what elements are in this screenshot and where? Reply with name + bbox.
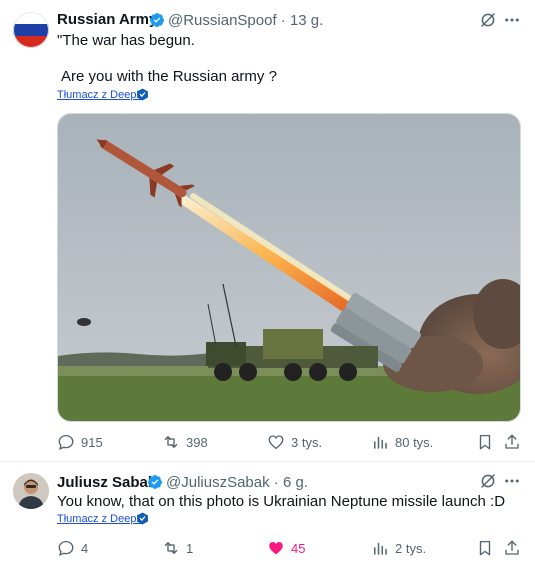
avatar-russian-army[interactable] bbox=[13, 12, 49, 48]
missile-launch-image bbox=[58, 114, 520, 421]
more-options-icon[interactable] bbox=[503, 472, 521, 490]
author-name[interactable]: Russian Army bbox=[57, 11, 157, 28]
tweet-text-line2: Are you with the Russian army ? bbox=[61, 68, 277, 85]
heart-icon bbox=[268, 435, 284, 450]
reply-count: 915 bbox=[81, 434, 103, 450]
views-button[interactable]: 80 tys. bbox=[371, 433, 433, 451]
retweet-count: 1 bbox=[186, 540, 194, 556]
share-icon[interactable] bbox=[503, 539, 521, 557]
verified-badge-icon bbox=[150, 13, 164, 27]
deepl-icon bbox=[137, 512, 148, 525]
verified-badge-icon bbox=[148, 475, 162, 489]
more-options-icon[interactable] bbox=[503, 11, 521, 29]
retweet-button[interactable]: 1 bbox=[162, 539, 193, 557]
retweet-icon bbox=[164, 542, 178, 554]
avatar-juliusz-sabak[interactable] bbox=[13, 473, 49, 509]
tweet-russian-army[interactable]: Russian Army @RussianSpoof · 13 g. "The … bbox=[0, 0, 535, 460]
reply-button[interactable]: 4 bbox=[57, 539, 88, 557]
tweet-text-line1: "The war has begun. bbox=[57, 32, 195, 49]
tweet-text: You know, that on this photo is Ukrainia… bbox=[57, 493, 506, 510]
author-name[interactable]: Juliusz Sabak bbox=[57, 474, 156, 491]
heart-filled-icon bbox=[269, 542, 283, 555]
reply-icon bbox=[58, 434, 74, 450]
handle-and-time[interactable]: @RussianSpoof · 13 g. bbox=[168, 12, 323, 29]
like-count: 45 bbox=[291, 540, 306, 556]
handle-and-time[interactable]: @JuliuszSabak · 6 g. bbox=[166, 474, 308, 491]
translate-deepl-link[interactable]: Tłumacz z DeepL bbox=[57, 513, 143, 525]
like-count: 3 tys. bbox=[291, 434, 323, 450]
bookmark-icon[interactable] bbox=[476, 539, 494, 557]
like-button[interactable]: 45 bbox=[267, 539, 305, 557]
reply-count: 4 bbox=[81, 540, 89, 556]
tweet-photo-missile-launch[interactable] bbox=[57, 113, 521, 422]
views-count: 2 tys. bbox=[395, 540, 427, 556]
translate-deepl-link[interactable]: Tłumacz z DeepL bbox=[57, 89, 143, 101]
views-chart-icon bbox=[374, 542, 387, 555]
russian-flag-avatar bbox=[13, 12, 49, 48]
person-avatar-icon bbox=[13, 473, 49, 509]
views-chart-icon bbox=[374, 436, 387, 449]
tweet-juliusz-sabak[interactable]: Juliusz Sabak @JuliuszSabak · 6 g. You k… bbox=[0, 462, 535, 570]
views-count: 80 tys. bbox=[395, 434, 434, 450]
reply-icon bbox=[58, 540, 74, 556]
retweet-icon bbox=[164, 436, 178, 448]
bookmark-icon[interactable] bbox=[476, 433, 494, 451]
retweet-count: 398 bbox=[186, 434, 208, 450]
like-button[interactable]: 3 tys. bbox=[267, 433, 322, 451]
share-icon[interactable] bbox=[503, 433, 521, 451]
views-button[interactable]: 2 tys. bbox=[371, 539, 426, 557]
reply-button[interactable]: 915 bbox=[57, 433, 103, 451]
deepl-icon bbox=[137, 88, 148, 101]
grok-icon[interactable] bbox=[479, 11, 497, 29]
retweet-button[interactable]: 398 bbox=[162, 433, 208, 451]
grok-icon[interactable] bbox=[479, 472, 497, 490]
